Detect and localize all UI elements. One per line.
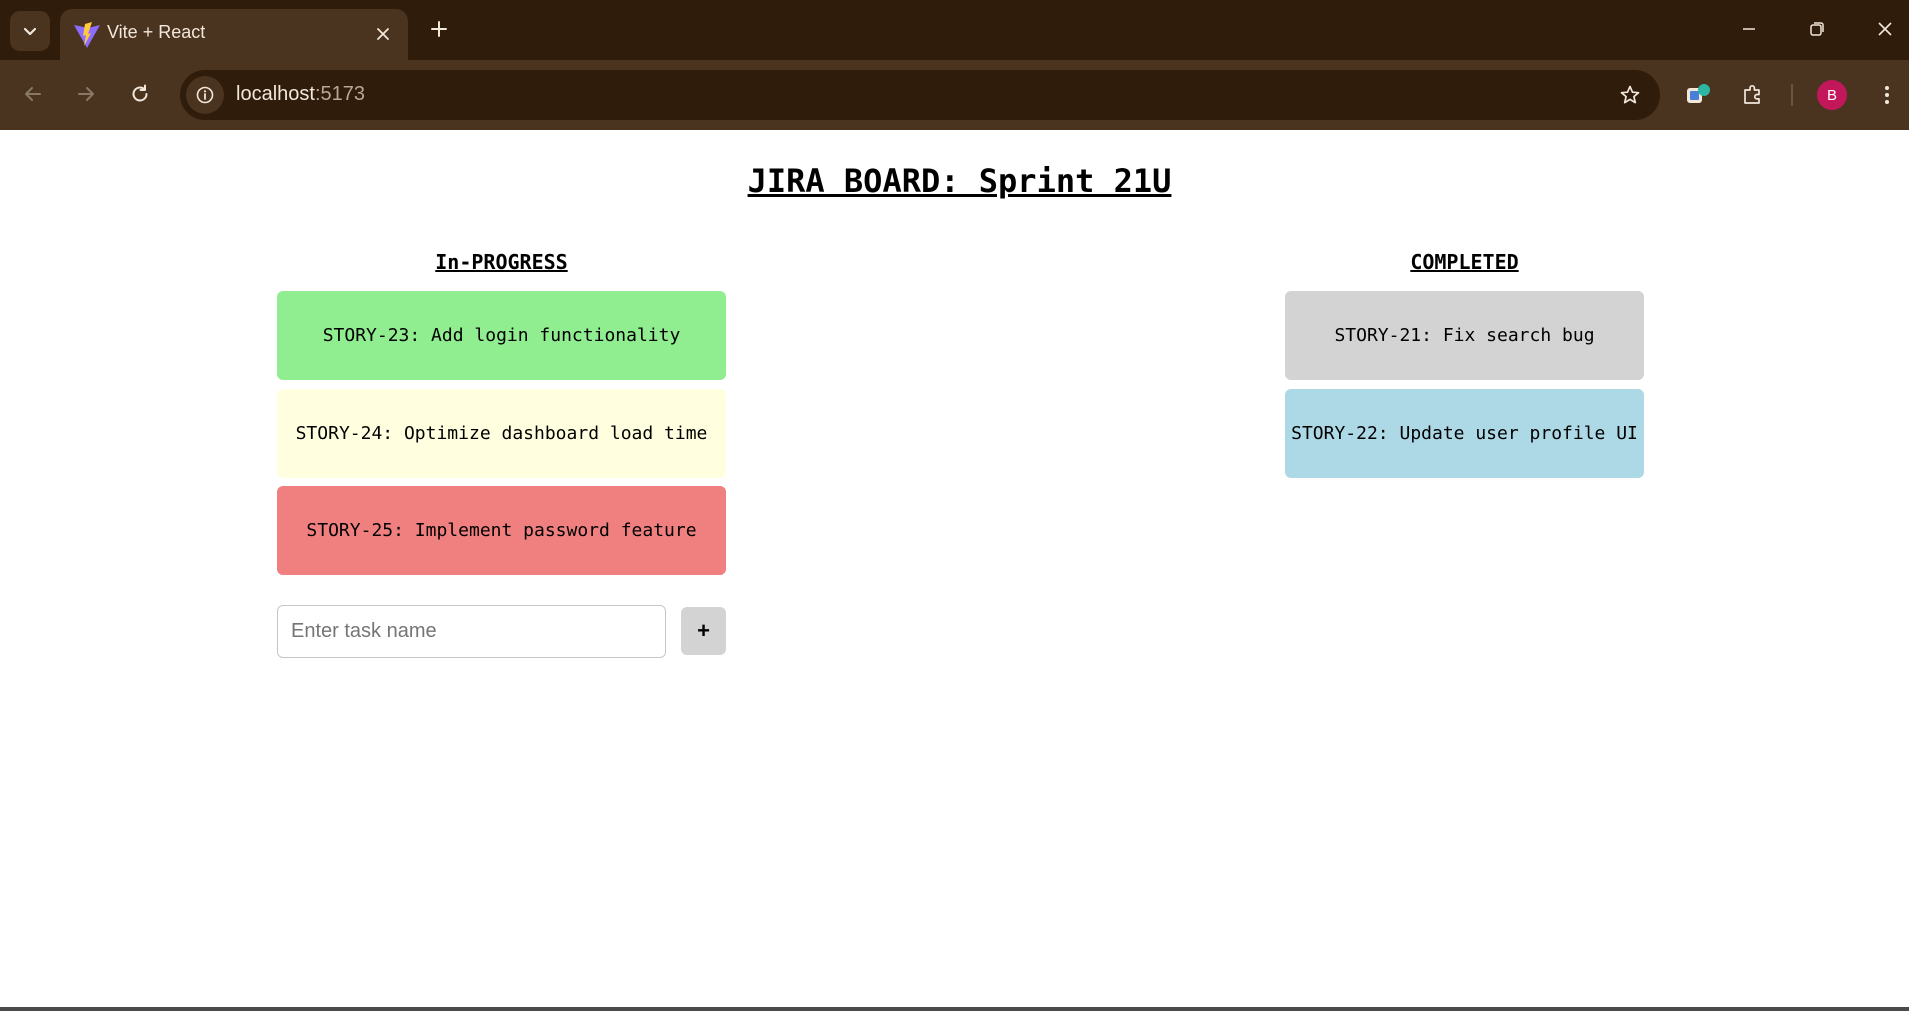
reload-icon [132,84,148,102]
plus-icon [431,21,447,37]
task-card[interactable]: STORY-24: Optimize dashboard load time [277,389,726,478]
window-bottom-border [0,1007,1909,1011]
restore-button[interactable] [1802,14,1832,44]
chevron-down-icon [23,27,37,36]
arrow-right-icon [78,87,94,101]
forward-button[interactable] [68,76,104,112]
minimize-icon [1743,28,1755,30]
column-heading-in-progress: In-PROGRESS [435,250,568,274]
extensions-menu-button[interactable] [1736,78,1770,112]
add-task-button[interactable]: + [681,607,726,655]
close-icon [1878,22,1892,36]
tab-close-button[interactable] [372,23,394,45]
address-bar[interactable]: localhost:5173 [180,70,1660,120]
browser-menu-button[interactable] [1870,78,1904,112]
new-tab-button[interactable] [424,14,454,44]
extension-app-icon [1687,84,1710,103]
puzzle-icon [1744,84,1760,104]
close-icon [377,28,389,40]
arrow-left-icon [25,87,41,101]
close-window-button[interactable] [1870,14,1900,44]
info-icon [196,86,214,104]
bookmark-button[interactable] [1616,81,1644,109]
tab-title: Vite + React [107,22,206,42]
task-card[interactable]: STORY-23: Add login functionality [277,291,726,380]
page-title: JIRA BOARD: Sprint 21U [747,162,1172,200]
browser-tab-strip: Vite + React [0,0,1909,60]
active-tab[interactable]: Vite + React [60,9,408,60]
column-completed: COMPLETED STORY-21: Fix search bug STORY… [1285,250,1644,478]
column-in-progress: In-PROGRESS STORY-23: Add login function… [277,250,726,575]
restore-icon [1810,22,1824,36]
toolbar-divider [1791,84,1793,106]
star-icon [1620,85,1640,104]
tab-search-button[interactable] [10,11,50,51]
profile-avatar[interactable]: B [1817,80,1847,110]
task-card[interactable]: STORY-22: Update user profile UI [1285,389,1644,478]
vite-logo-icon [74,22,100,48]
task-card[interactable]: STORY-21: Fix search bug [1285,291,1644,380]
task-card[interactable]: STORY-25: Implement password feature [277,486,726,575]
column-heading-completed: COMPLETED [1410,250,1519,274]
task-name-input[interactable] [277,605,666,658]
reload-button[interactable] [122,76,158,112]
url-text: localhost:5173 [236,83,365,106]
extension-button[interactable] [1681,78,1715,112]
more-vert-icon [1885,86,1889,104]
back-button[interactable] [15,76,51,112]
url-port: :5173 [314,83,365,105]
site-info-button[interactable] [186,76,224,114]
minimize-button[interactable] [1734,14,1764,44]
browser-toolbar: localhost:5173 B [0,60,1909,130]
url-host: localhost [236,83,315,105]
